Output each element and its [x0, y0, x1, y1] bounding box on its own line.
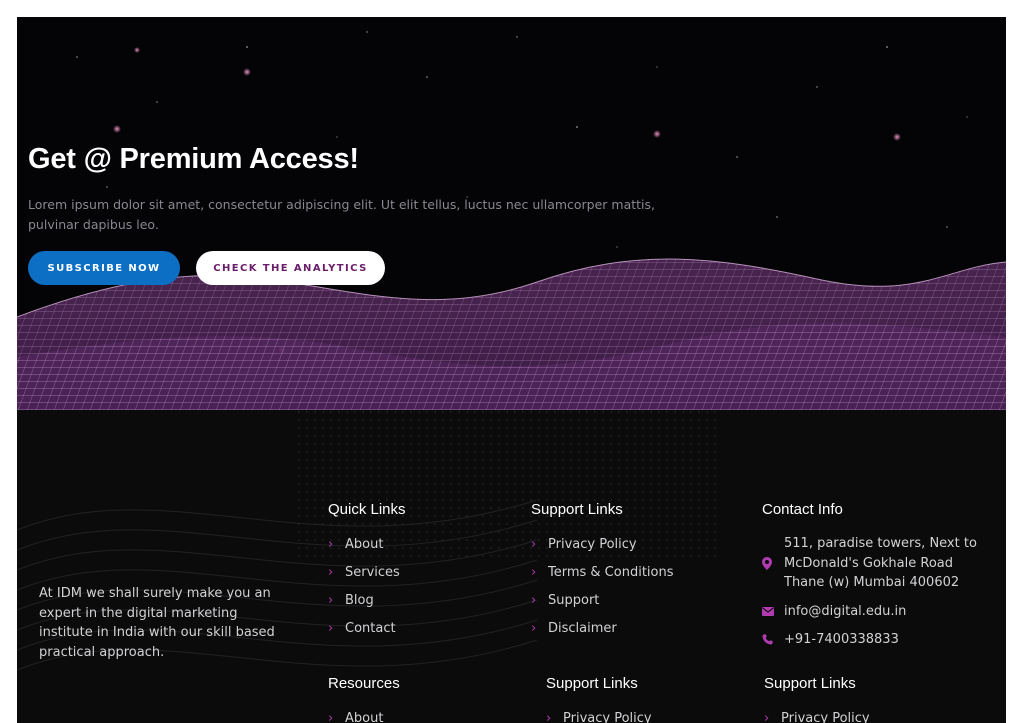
link-label: Privacy Policy: [548, 536, 637, 552]
check-analytics-button[interactable]: CHECK THE ANALYTICS: [196, 251, 385, 285]
contact-phone[interactable]: +91-7400338833: [762, 630, 899, 650]
chevron-right-icon: ›: [328, 710, 334, 723]
chevron-right-icon: ›: [328, 536, 334, 552]
support-link-3-privacy-policy[interactable]: › Privacy Policy: [764, 704, 870, 723]
chevron-right-icon: ›: [546, 710, 552, 723]
footer-about-text: At IDM we shall surely make you an exper…: [39, 586, 275, 660]
support-link-support[interactable]: › Support: [531, 586, 674, 614]
site-footer: At IDM we shall surely make you an exper…: [17, 410, 1006, 723]
quick-links-title: Quick Links: [328, 501, 406, 518]
support-links-title: Support Links: [531, 501, 623, 518]
support-links-2-list: › Privacy Policy: [546, 704, 652, 723]
support-links-3-title: Support Links: [764, 675, 856, 692]
resource-link-about[interactable]: › About: [328, 704, 383, 723]
email-text: info@digital.edu.in: [784, 604, 907, 619]
support-link-privacy-policy[interactable]: › Privacy Policy: [531, 530, 674, 558]
chevron-right-icon: ›: [764, 710, 770, 723]
link-label: Privacy Policy: [781, 710, 870, 723]
link-label: Disclaimer: [548, 620, 617, 636]
chevron-right-icon: ›: [328, 564, 334, 580]
support-links-list: › Privacy Policy › Terms & Conditions › Sup…: [531, 530, 674, 642]
link-label: About: [345, 710, 384, 723]
resources-list: › About: [328, 704, 383, 723]
chevron-right-icon: ›: [531, 592, 537, 608]
chevron-right-icon: ›: [531, 564, 537, 580]
link-label: Privacy Policy: [563, 710, 652, 723]
link-label: About: [345, 536, 384, 552]
contact-address: 511, paradise towers, Next to McDonald's…: [762, 534, 992, 593]
link-label: Services: [345, 564, 400, 580]
chevron-right-icon: ›: [531, 536, 537, 552]
phone-icon: [762, 630, 784, 650]
support-link-terms[interactable]: › Terms & Conditions: [531, 558, 674, 586]
address-text: 511, paradise towers, Next to McDonald's…: [784, 536, 977, 590]
resources-title: Resources: [328, 675, 400, 692]
page-frame: Get @ Premium Access! Lorem ipsum dolor …: [17, 17, 1006, 723]
quick-links-list: › About › Services › Blog › Contact: [328, 530, 400, 642]
phone-text: +91-7400338833: [784, 632, 899, 647]
quick-link-about[interactable]: › About: [328, 530, 400, 558]
support-link-disclaimer[interactable]: › Disclaimer: [531, 614, 674, 642]
contact-info-title: Contact Info: [762, 501, 843, 518]
support-links-3-list: › Privacy Policy: [764, 704, 870, 723]
contact-email[interactable]: info@digital.edu.in: [762, 602, 906, 622]
envelope-icon: [762, 602, 784, 622]
chevron-right-icon: ›: [328, 592, 334, 608]
map-pin-icon: [762, 534, 784, 593]
quick-link-contact[interactable]: › Contact: [328, 614, 400, 642]
link-label: Terms & Conditions: [548, 564, 674, 580]
support-links-2-title: Support Links: [546, 675, 638, 692]
hero-title: Get @ Premium Access!: [28, 143, 359, 175]
hero-subtitle: Lorem ipsum dolor sit amet, consectetur …: [28, 197, 656, 232]
premium-access-banner: Get @ Premium Access! Lorem ipsum dolor …: [17, 17, 1006, 410]
link-label: Contact: [345, 620, 396, 636]
link-label: Support: [548, 592, 600, 608]
quick-link-services[interactable]: › Services: [328, 558, 400, 586]
support-link-2-privacy-policy[interactable]: › Privacy Policy: [546, 704, 652, 723]
chevron-right-icon: ›: [531, 620, 537, 636]
link-label: Blog: [345, 592, 374, 608]
quick-link-blog[interactable]: › Blog: [328, 586, 400, 614]
subscribe-now-button[interactable]: SUBSCRIBE NOW: [28, 251, 180, 285]
chevron-right-icon: ›: [328, 620, 334, 636]
